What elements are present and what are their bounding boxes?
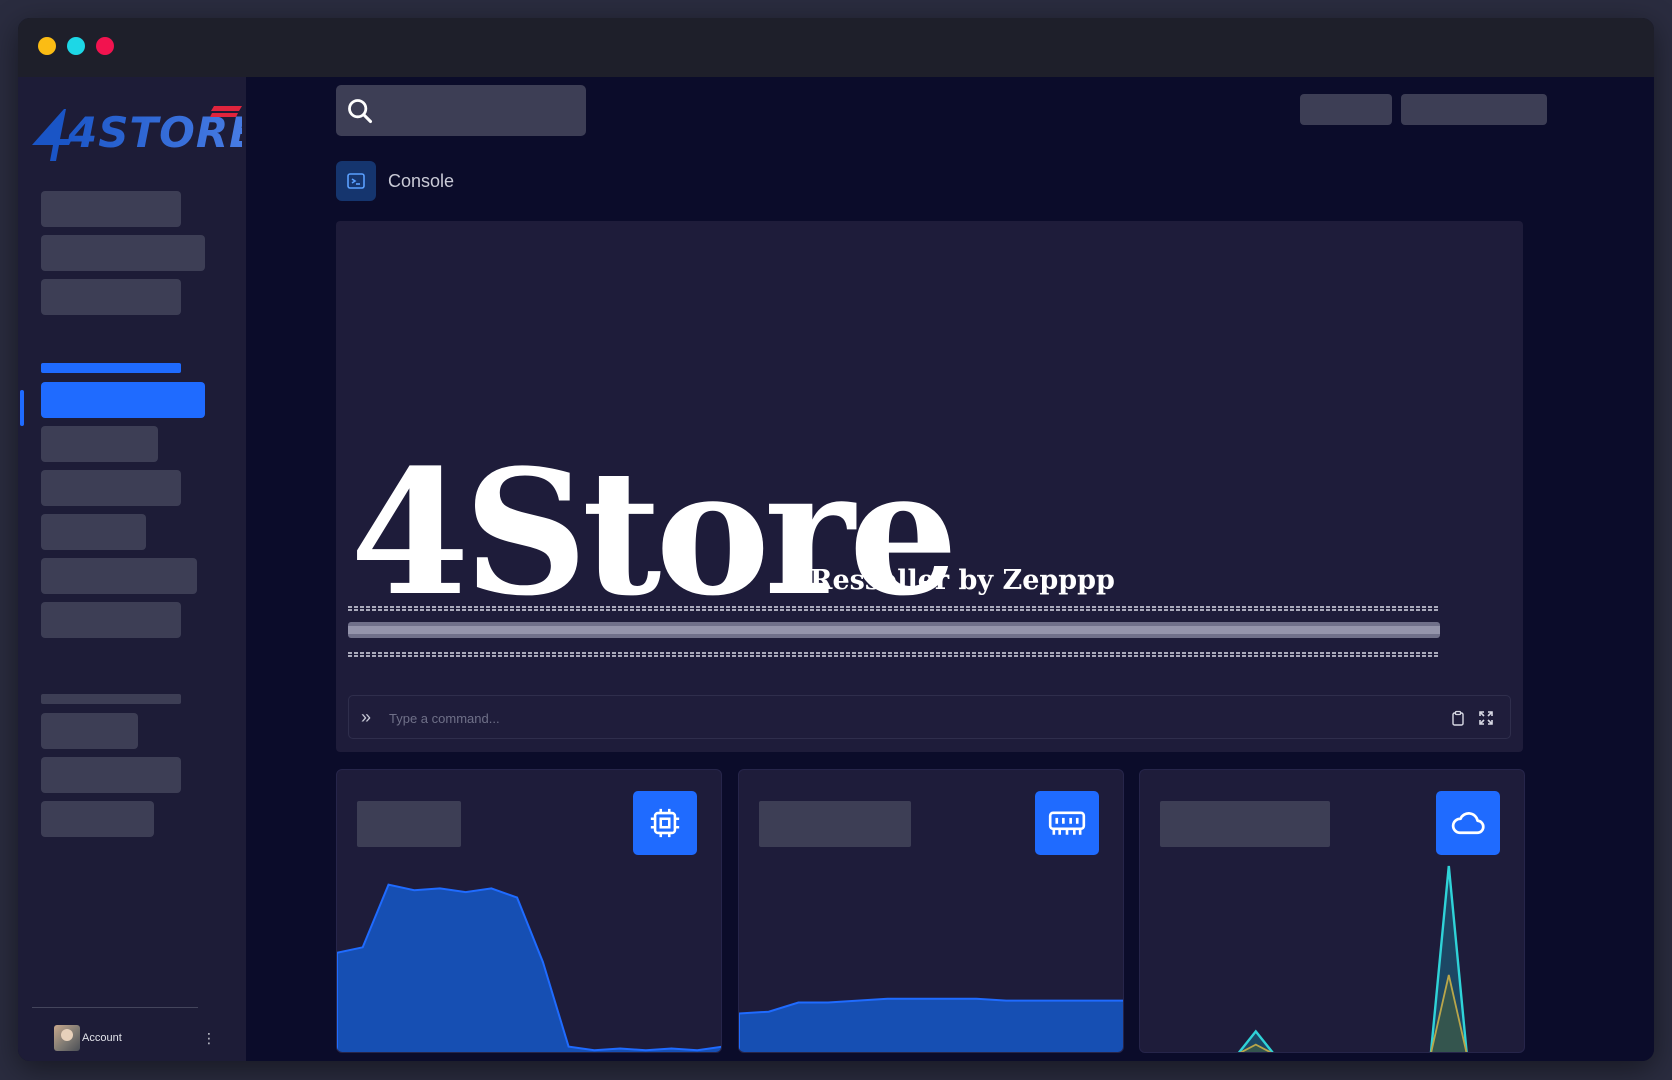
header-button-1[interactable] xyxy=(1300,94,1392,125)
cpu-usage-area xyxy=(337,883,721,1052)
sidebar-section-label xyxy=(41,363,181,373)
sidebar-item-9[interactable] xyxy=(41,602,181,638)
close-button[interactable] xyxy=(96,37,114,55)
sidebar-divider xyxy=(32,1007,198,1008)
prompt-chevron-icon: » xyxy=(361,707,372,727)
sidebar-item-active[interactable] xyxy=(41,382,205,418)
minimize-button[interactable] xyxy=(38,37,56,55)
memory-stat-label xyxy=(759,801,911,847)
banner-subtitle: Resseller by Zepppp xyxy=(810,565,1115,596)
memory-usage-area xyxy=(739,997,1123,1052)
search-box[interactable] xyxy=(336,85,586,136)
command-input[interactable] xyxy=(389,704,1389,732)
console-panel: 4Store Resseller by Zepppp » xyxy=(336,221,1523,752)
console-title: Console xyxy=(388,170,455,191)
account-menu[interactable]: Account xyxy=(54,1023,204,1053)
console-output-banner: 4Store Resseller by Zepppp xyxy=(348,441,1440,657)
banner-title: 4Store xyxy=(350,441,952,634)
sidebar-item-6[interactable] xyxy=(41,470,181,506)
search-icon xyxy=(348,98,373,123)
network-tx-area xyxy=(1239,974,1468,1052)
sidebar-item-12[interactable] xyxy=(41,801,154,837)
sidebar-item-2[interactable] xyxy=(41,235,205,271)
account-label: Account xyxy=(82,1032,122,1044)
cpu-stat-card xyxy=(336,769,722,1053)
main-content: Console 4Store Resseller by Zepppp » xyxy=(246,77,1654,1061)
memory-ram-icon xyxy=(1035,791,1099,855)
command-bar: » xyxy=(348,695,1511,739)
cpu-stat-label xyxy=(357,801,461,847)
sidebar-item-7[interactable] xyxy=(41,514,146,550)
network-stat-card xyxy=(1139,769,1525,1053)
memory-stat-card xyxy=(738,769,1124,1053)
header-button-2[interactable] xyxy=(1401,94,1547,125)
sidebar-item-10[interactable] xyxy=(41,713,138,749)
cloud-icon xyxy=(1436,791,1500,855)
sidebar-item-8[interactable] xyxy=(41,558,197,594)
sidebar-item-11[interactable] xyxy=(41,757,181,793)
sidebar: 4STORE Account ⋮ xyxy=(18,77,246,1061)
network-rx-area xyxy=(1237,865,1468,1052)
clipboard-icon[interactable] xyxy=(1447,707,1469,729)
sidebar-section-label-2 xyxy=(41,694,181,704)
sidebar-item-5[interactable] xyxy=(41,426,158,462)
sidebar-item-3[interactable] xyxy=(41,279,181,315)
active-indicator xyxy=(20,390,24,426)
kebab-menu-icon[interactable]: ⋮ xyxy=(202,1031,216,1045)
app-window: 4STORE Account ⋮ Console 4Store Resselle… xyxy=(18,18,1654,1061)
title-bar xyxy=(18,18,1654,77)
avatar[interactable] xyxy=(54,1025,80,1051)
network-stat-label xyxy=(1160,801,1330,847)
search-input[interactable] xyxy=(382,93,572,127)
sidebar-item-1[interactable] xyxy=(41,191,181,227)
brand-logo[interactable]: 4STORE xyxy=(26,103,242,163)
cpu-chip-icon xyxy=(633,791,697,855)
maximize-button[interactable] xyxy=(67,37,85,55)
fullscreen-icon[interactable] xyxy=(1475,707,1497,729)
terminal-icon xyxy=(336,161,376,201)
console-header: Console xyxy=(336,161,454,201)
